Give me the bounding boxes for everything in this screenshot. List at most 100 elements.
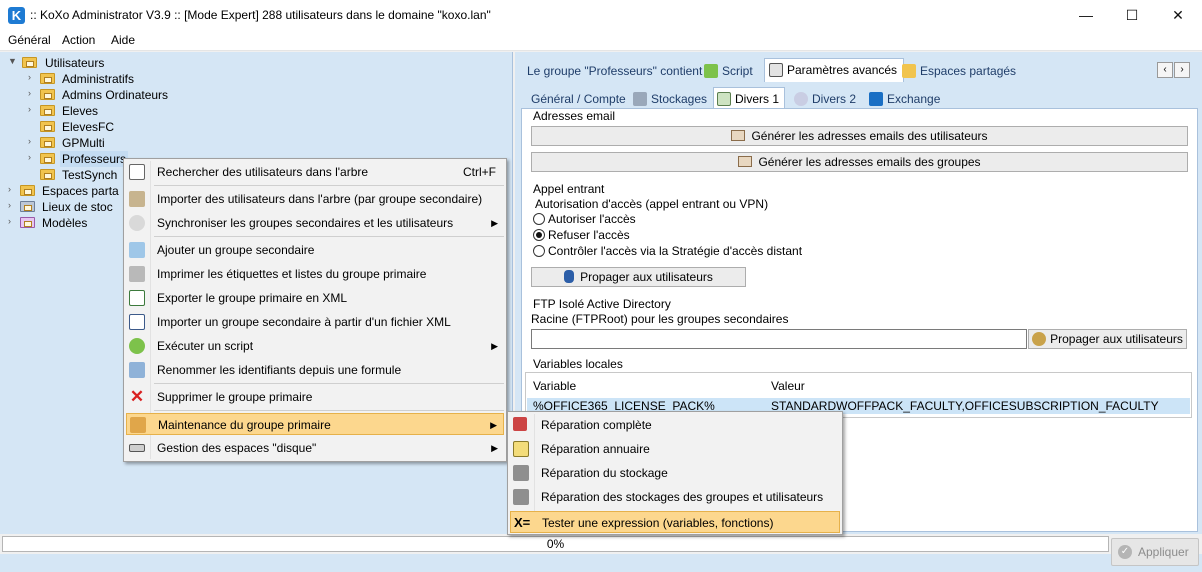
tab-exchange[interactable]: Exchange — [869, 88, 940, 110]
menu-item-label: Réparation annuaire — [541, 442, 650, 456]
propagate-users-button[interactable]: Propager aux utilisateurs — [531, 267, 746, 287]
progress-bar: 0% — [2, 536, 1109, 552]
hammer-icon — [513, 417, 527, 431]
apply-button[interactable]: ✓ Appliquer — [1111, 538, 1199, 566]
expand-arrow-icon[interactable]: › — [28, 104, 38, 114]
tab-shared-spaces[interactable]: Espaces partagés — [902, 60, 1016, 82]
column-header-value[interactable]: Valeur — [771, 379, 805, 393]
menu-item-label: Réparation du stockage — [541, 466, 668, 480]
gears-icon — [704, 64, 718, 78]
menu-item-search[interactable]: Rechercher des utilisateurs dans l'arbre… — [126, 161, 504, 183]
menu-item-print-labels[interactable]: Imprimer les étiquettes et listes du gro… — [126, 263, 504, 285]
tab-advanced-settings[interactable]: Paramètres avancés — [764, 58, 905, 82]
folder-icon — [40, 137, 55, 148]
folder-icon — [22, 57, 37, 68]
menu-item-import-xml[interactable]: Importer un groupe secondaire à partir d… — [126, 311, 504, 333]
menu-item-label: Ajouter un groupe secondaire — [157, 243, 315, 257]
tree-item-label: TestSynch — [62, 168, 118, 182]
menu-item-import-users[interactable]: Importer des utilisateurs dans l'arbre (… — [126, 188, 504, 210]
email-section-title: Adresses email — [533, 109, 616, 123]
expand-arrow-icon[interactable]: › — [8, 184, 18, 194]
progress-label: 0% — [546, 537, 565, 551]
tab-script[interactable]: Script — [704, 60, 753, 82]
disk-drive-icon — [129, 444, 145, 452]
tree-item-label: Eleves — [62, 104, 99, 118]
expand-arrow-icon[interactable]: › — [28, 88, 38, 98]
rename-users-icon — [129, 362, 145, 378]
tree-item-label: Administratifs — [62, 72, 135, 86]
radio-label: Refuser l'accès — [548, 228, 630, 242]
radio-button[interactable] — [533, 213, 545, 225]
menu-item-rename[interactable]: Renommer les identifiants depuis une for… — [126, 359, 504, 381]
tab-scroll-left-icon[interactable]: ‹ — [1157, 62, 1173, 78]
ftp-section-title: FTP Isolé Active Directory — [533, 297, 671, 311]
menu-item-label: Réparation complète — [541, 418, 652, 432]
tab-general-account[interactable]: Général / Compte — [531, 88, 626, 110]
add-group-icon — [129, 242, 145, 258]
radio-policy-access[interactable]: Contrôler l'accès via la Stratégie d'acc… — [533, 244, 802, 258]
generate-user-emails-button[interactable]: Générer les adresses emails des utilisat… — [531, 126, 1188, 146]
button-label: Propager aux utilisateurs — [580, 270, 713, 284]
shared-folder-icon — [902, 64, 916, 78]
radio-allow-access[interactable]: Autoriser l'accès — [533, 212, 636, 226]
menu-action[interactable]: Action — [62, 33, 95, 47]
submenu-item-storage-repair[interactable]: Réparation du stockage — [510, 462, 840, 484]
tab-label: Script — [722, 64, 753, 78]
submenu-item-groups-storage-repair[interactable]: Réparation des stockages des groupes et … — [510, 486, 840, 508]
radio-deny-access[interactable]: Refuser l'accès — [533, 228, 630, 242]
misc-settings-icon — [717, 92, 731, 106]
expand-arrow-icon[interactable]: › — [28, 136, 38, 146]
menu-item-label: Supprimer le groupe primaire — [157, 390, 313, 404]
title-bar: K :: KoXo Administrator V3.9 :: [Mode Ex… — [0, 0, 1202, 31]
settings-icon — [769, 63, 783, 77]
generate-group-emails-button[interactable]: Générer les adresses emails des groupes — [531, 152, 1188, 172]
menu-item-export-xml[interactable]: Exporter le groupe primaire en XML — [126, 287, 504, 309]
tab-group-contains[interactable]: Le groupe "Professeurs" contient — [527, 60, 702, 82]
incoming-section-title: Appel entrant — [533, 182, 605, 196]
menu-item-label: Maintenance du groupe primaire — [158, 418, 331, 432]
menu-item-label: Exécuter un script — [157, 339, 254, 353]
radio-button[interactable] — [533, 245, 545, 257]
tree-item-label: Professeurs — [60, 151, 129, 167]
menu-item-label: Importer des utilisateurs dans l'arbre (… — [157, 192, 483, 206]
menu-item-add-group[interactable]: Ajouter un groupe secondaire — [126, 239, 504, 261]
menu-item-label: Exporter le groupe primaire en XML — [157, 291, 348, 305]
menu-general[interactable]: Général — [8, 33, 51, 47]
menu-help[interactable]: Aide — [111, 33, 135, 47]
submenu-item-full-repair[interactable]: Réparation complète — [510, 414, 840, 436]
menu-item-run-script[interactable]: Exécuter un script ▶ — [126, 335, 504, 357]
menu-item-delete[interactable]: ✕ Supprimer le groupe primaire — [126, 386, 504, 408]
status-bar — [0, 554, 1202, 572]
menu-item-maintenance[interactable]: Maintenance du groupe primaire ▶ — [126, 413, 504, 435]
radio-button[interactable] — [533, 229, 545, 241]
ftp-root-input[interactable] — [531, 329, 1027, 349]
submenu-item-test-expression[interactable]: X= Tester une expression (variables, fon… — [510, 511, 840, 533]
submenu-arrow-icon: ▶ — [491, 341, 498, 351]
menu-item-sync[interactable]: Synchroniser les groupes secondaires et … — [126, 212, 504, 234]
printer-icon — [129, 266, 145, 282]
expand-arrow-icon[interactable]: › — [8, 216, 18, 226]
window-title: :: KoXo Administrator V3.9 :: [Mode Expe… — [30, 8, 491, 22]
close-button[interactable]: ✕ — [1155, 0, 1201, 31]
button-label: Générer les adresses emails des groupes — [758, 155, 981, 169]
menu-item-disk-spaces[interactable]: Gestion des espaces "disque" ▶ — [126, 437, 504, 459]
expand-arrow-icon[interactable]: › — [8, 200, 18, 210]
menu-item-label: Réparation des stockages des groupes et … — [541, 490, 824, 504]
tab-label: Espaces partagés — [920, 64, 1017, 78]
minimize-button[interactable]: — — [1063, 0, 1109, 31]
tree-item-label: Lieux de stoc — [42, 200, 113, 214]
expand-arrow-icon[interactable]: › — [28, 72, 38, 82]
wrench-icon — [130, 417, 146, 433]
column-header-variable[interactable]: Variable — [533, 379, 576, 393]
submenu-item-directory-repair[interactable]: Réparation annuaire — [510, 438, 840, 460]
tab-misc-1[interactable]: Divers 1 — [713, 87, 786, 109]
tab-misc-2[interactable]: Divers 2 — [794, 88, 856, 110]
collapse-arrow-icon[interactable]: ▼ — [8, 56, 18, 66]
tab-label: Stockages — [651, 92, 708, 106]
tab-storages[interactable]: Stockages — [633, 88, 707, 110]
expand-arrow-icon[interactable]: › — [28, 152, 38, 162]
maximize-button[interactable]: ☐ — [1109, 0, 1155, 31]
tab-scroll-right-icon[interactable]: › — [1174, 62, 1190, 78]
tree-item-label: Admins Ordinateurs — [62, 88, 169, 102]
propagate-ftp-button[interactable]: Propager aux utilisateurs — [1028, 329, 1187, 349]
